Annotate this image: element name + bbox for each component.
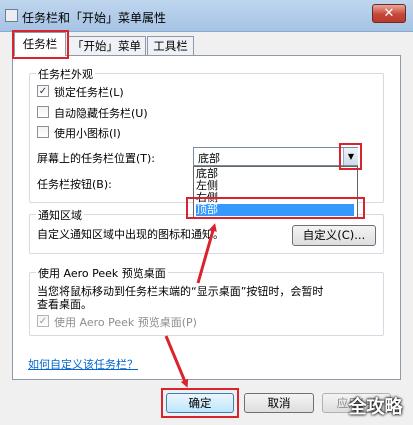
notification-group-title: 通知区域: [36, 207, 84, 223]
position-select-value: 底部: [198, 152, 220, 165]
appearance-group-title: 任务栏外观: [36, 66, 95, 82]
check-icon: ✓: [38, 86, 48, 97]
watermark-logo: 全攻略: [348, 397, 403, 418]
small-icons-checkbox[interactable]: [37, 126, 49, 138]
dropdown-option-left[interactable]: 左侧: [196, 180, 354, 192]
annotation-box-ok: [161, 388, 239, 418]
window-title: 任务栏和「开始」菜单属性: [22, 11, 167, 25]
tab-start-menu[interactable]: 「开始」菜单: [67, 36, 146, 55]
window-icon: [5, 9, 18, 22]
dropdown-option-bottom[interactable]: 底部: [196, 168, 354, 180]
aero-peek-group-title: 使用 Aero Peek 预览桌面: [36, 265, 168, 281]
position-label: 屏幕上的任务栏位置(T):: [37, 152, 156, 165]
close-button[interactable]: ✕: [372, 4, 406, 23]
cancel-button[interactable]: 取消: [244, 393, 314, 413]
auto-hide-checkbox[interactable]: [37, 106, 49, 118]
customize-button[interactable]: 自定义(C)...: [292, 225, 376, 246]
annotation-box-tab: [12, 30, 69, 59]
annotation-box-dropdown-button: [339, 143, 362, 170]
position-select[interactable]: 底部: [193, 147, 358, 166]
aero-peek-checkbox[interactable]: ✓: [37, 315, 49, 327]
aero-peek-description-line2: 查看桌面。: [37, 298, 92, 311]
tab-toolbars[interactable]: 工具栏: [147, 36, 194, 55]
lock-taskbar-label: 锁定任务栏(L): [54, 86, 124, 99]
small-icons-label: 使用小图标(I): [54, 127, 121, 140]
check-icon: ✓: [38, 316, 48, 327]
notification-text: 自定义通知区域中出现的图标和通知。: [37, 228, 224, 241]
auto-hide-label: 自动隐藏任务栏(U): [54, 107, 148, 120]
customize-taskbar-help-link[interactable]: 如何自定义该任务栏？: [28, 356, 138, 372]
annotation-box-top-option: [186, 197, 365, 219]
aero-peek-checkbox-label: 使用 Aero Peek 预览桌面(P): [54, 316, 197, 329]
taskbar-buttons-label: 任务栏按钮(B):: [37, 178, 112, 191]
lock-taskbar-checkbox[interactable]: ✓: [37, 85, 49, 97]
